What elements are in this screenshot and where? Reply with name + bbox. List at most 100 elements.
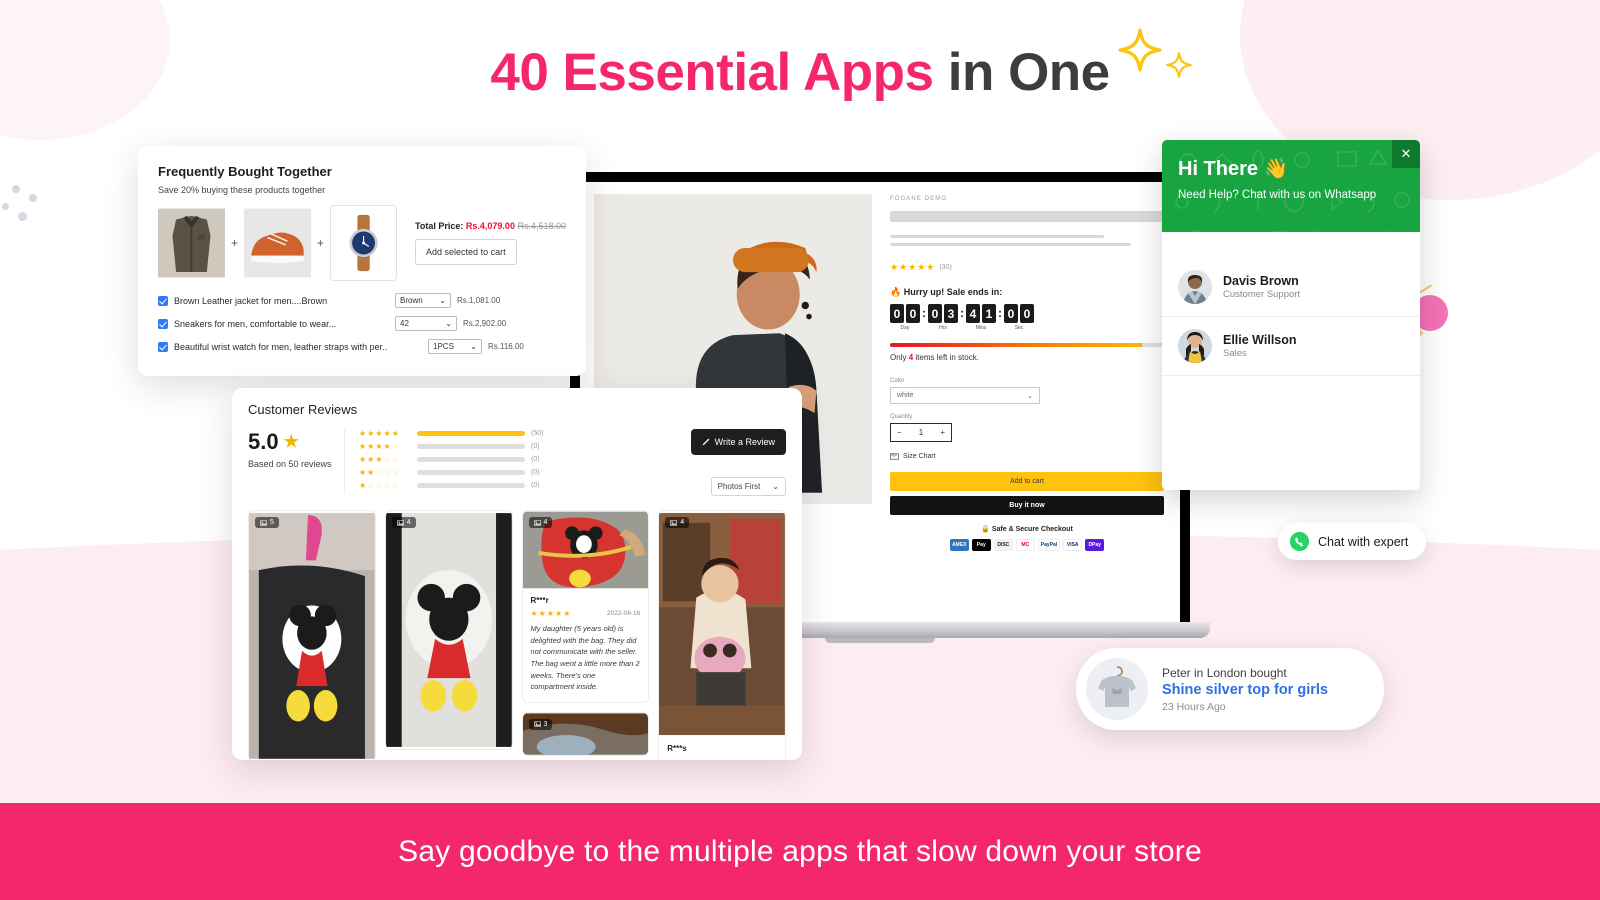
reviews-summary: 5.0 ★ Based on 50 reviews ★★★★★ (50) ★★★… xyxy=(248,429,786,496)
countdown-digit: 3 xyxy=(944,304,958,323)
buy-it-now-button[interactable]: Buy it now xyxy=(890,496,1164,515)
fbt-checkbox[interactable] xyxy=(158,318,168,329)
review-photo[interactable]: 3 xyxy=(522,713,649,755)
fbt-item-name: Brown Leather jacket for men....Brown xyxy=(174,295,328,306)
fbt-item-name: Beautiful wrist watch for men, leather s… xyxy=(174,341,388,352)
reviews-bar-track xyxy=(417,470,525,475)
reviews-bar-track xyxy=(417,483,525,488)
countdown-digit: 4 xyxy=(966,304,980,323)
fbt-products-row: + + Total Price: Rs.4,079.00 Rs.4,518.00… xyxy=(158,205,566,281)
reviews-sort-select[interactable]: Photos First ⌄ xyxy=(710,477,786,496)
pencil-icon xyxy=(702,438,709,446)
countdown-label: Mins xyxy=(975,325,987,331)
review-card[interactable]: 4 R***s xyxy=(658,510,786,760)
agent-name: Davis Brown xyxy=(1223,274,1299,288)
fbt-variant-select[interactable]: 1PCS ⌄ xyxy=(428,339,482,354)
fbt-list-item: Brown Leather jacket for men....Brown Br… xyxy=(158,293,566,308)
whatsapp-subtitle: Need Help? Chat with us on Whatsapp xyxy=(1178,189,1377,201)
countdown-hrs: 0 3 Hrs xyxy=(928,304,958,331)
fbt-item-price: Rs.116.00 xyxy=(488,342,524,351)
photo-icon xyxy=(260,519,267,526)
fbt-total-new: Rs.4,079.00 xyxy=(465,221,515,231)
whatsapp-agent-davis-brown[interactable]: Davis Brown Customer Support xyxy=(1162,258,1420,317)
countdown-label: Day xyxy=(900,325,910,331)
fbt-product-image-sneaker[interactable] xyxy=(243,205,311,281)
photo-count: 3 xyxy=(543,720,548,728)
fbt-plus-icon-2: + xyxy=(316,236,324,250)
review-photo[interactable]: 5 xyxy=(249,511,375,760)
fbt-checkbox[interactable] xyxy=(158,295,168,306)
payment-icon-dpay: DPay xyxy=(1085,539,1105,551)
review-card[interactable]: 4 xyxy=(384,510,513,750)
notification-product-image xyxy=(1086,658,1148,720)
reviews-bar-row[interactable]: ★★★★★ (50) xyxy=(359,429,676,438)
countdown-separator: : xyxy=(922,306,926,320)
close-icon[interactable]: ✕ xyxy=(1392,140,1420,168)
reviews-bar-count: (0) xyxy=(531,482,540,489)
stock-text: Only 4 items left in stock. xyxy=(890,353,1164,362)
sales-notification-popup[interactable]: Peter in London bought Shine silver top … xyxy=(1076,648,1384,730)
reviews-bar-row[interactable]: ★★★★☆ (0) xyxy=(359,442,676,451)
reviews-bar-row[interactable]: ★★☆☆☆ (0) xyxy=(359,468,676,477)
fbt-add-selected-button[interactable]: Add selected to cart xyxy=(415,239,517,265)
review-photo[interactable]: 4 xyxy=(659,511,785,737)
countdown-separator: : xyxy=(998,306,1002,320)
fbt-summary: Total Price: Rs.4,079.00 Rs.4,518.00 Add… xyxy=(415,221,566,265)
product-rating[interactable]: ★★★★★ (30) xyxy=(890,262,1164,273)
page-title-rest: in One xyxy=(933,43,1110,102)
notification-product-link[interactable]: Shine silver top for girls xyxy=(1162,682,1328,698)
reviews-bar-stars: ★★★☆☆ xyxy=(359,455,400,464)
review-card[interactable]: 5 xyxy=(248,510,376,760)
reviews-bar-row[interactable]: ★★★☆☆ (0) xyxy=(359,455,676,464)
quantity-label: Quantity xyxy=(890,414,913,420)
fire-icon: 🔥 xyxy=(890,287,902,297)
fbt-product-image-jacket[interactable] xyxy=(158,205,225,281)
fbt-variant-select[interactable]: Brown ⌄ xyxy=(395,293,451,308)
photo-count-badge: 4 xyxy=(665,517,690,528)
chevron-down-icon: ⌄ xyxy=(439,296,446,305)
notification-text: Peter in London bought Shine silver top … xyxy=(1162,666,1328,713)
review-meta: ★★★★★ 2022-06-16 xyxy=(531,609,641,618)
fbt-variant-value: 1PCS xyxy=(433,342,454,351)
size-chart-label: Size Chart xyxy=(903,453,936,460)
review-card[interactable]: 4 R***r ★★★★★ 2022-06-16 My daughter (5 … xyxy=(521,510,650,703)
quantity-increase-button[interactable]: + xyxy=(940,428,945,437)
quantity-decrease-button[interactable]: − xyxy=(897,428,902,437)
reviews-score-block: 5.0 ★ Based on 50 reviews xyxy=(248,429,344,469)
payment-icons: AMEX Pay DISC MC PayPal VISA DPay xyxy=(890,539,1164,551)
countdown-digit: 0 xyxy=(928,304,942,323)
review-photo[interactable]: 4 xyxy=(522,511,649,589)
reviews-average: 5.0 ★ xyxy=(248,429,344,455)
bottom-banner: Say goodbye to the multiple apps that sl… xyxy=(0,803,1600,900)
whatsapp-agent-ellie-willson[interactable]: Ellie Willson Sales xyxy=(1162,317,1420,376)
reviews-title: Customer Reviews xyxy=(248,402,358,417)
review-card[interactable]: 3 xyxy=(521,711,650,756)
whatsapp-title: Hi There 👋 xyxy=(1178,156,1404,181)
chat-with-expert-button[interactable]: Chat with expert xyxy=(1278,523,1427,560)
color-select[interactable]: white ⌄ xyxy=(890,387,1040,404)
fbt-title: Frequently Bought Together xyxy=(158,164,332,179)
product-brand: FOGANE DEMO xyxy=(890,196,948,202)
reviews-bar-count: (0) xyxy=(531,469,540,476)
fbt-checkbox[interactable] xyxy=(158,341,168,352)
fbt-product-image-watch[interactable] xyxy=(329,205,398,281)
product-desc-placeholder-1 xyxy=(890,235,1104,238)
rating-count: (30) xyxy=(939,264,952,271)
fbt-list-item: Sneakers for men, comfortable to wear...… xyxy=(158,316,566,331)
color-label: Color xyxy=(890,378,905,384)
fbt-variant-select[interactable]: 42 ⌄ xyxy=(395,316,457,331)
countdown-label: Hrs xyxy=(939,325,947,331)
reviews-bar-count: (0) xyxy=(531,456,540,463)
add-to-cart-button[interactable]: Add to cart xyxy=(890,472,1164,491)
reviews-photo-grid: 5 4 4 R***r ★★★★★ 2022-06-16 My daughter… xyxy=(248,510,786,760)
quantity-stepper[interactable]: − 1 + xyxy=(890,423,952,442)
countdown-sec: 0 0 Sec xyxy=(1004,304,1034,331)
reviews-bar-track xyxy=(417,457,525,462)
size-chart-link[interactable]: Size Chart xyxy=(890,453,1164,460)
reviews-bar-row[interactable]: ★☆☆☆☆ (0) xyxy=(359,481,676,490)
write-a-review-button[interactable]: Write a Review xyxy=(690,429,786,455)
notification-time: 23 Hours Ago xyxy=(1162,700,1226,713)
review-photo[interactable]: 4 xyxy=(385,511,512,749)
reviews-bar-track xyxy=(417,444,525,449)
product-title-placeholder xyxy=(890,211,1164,222)
